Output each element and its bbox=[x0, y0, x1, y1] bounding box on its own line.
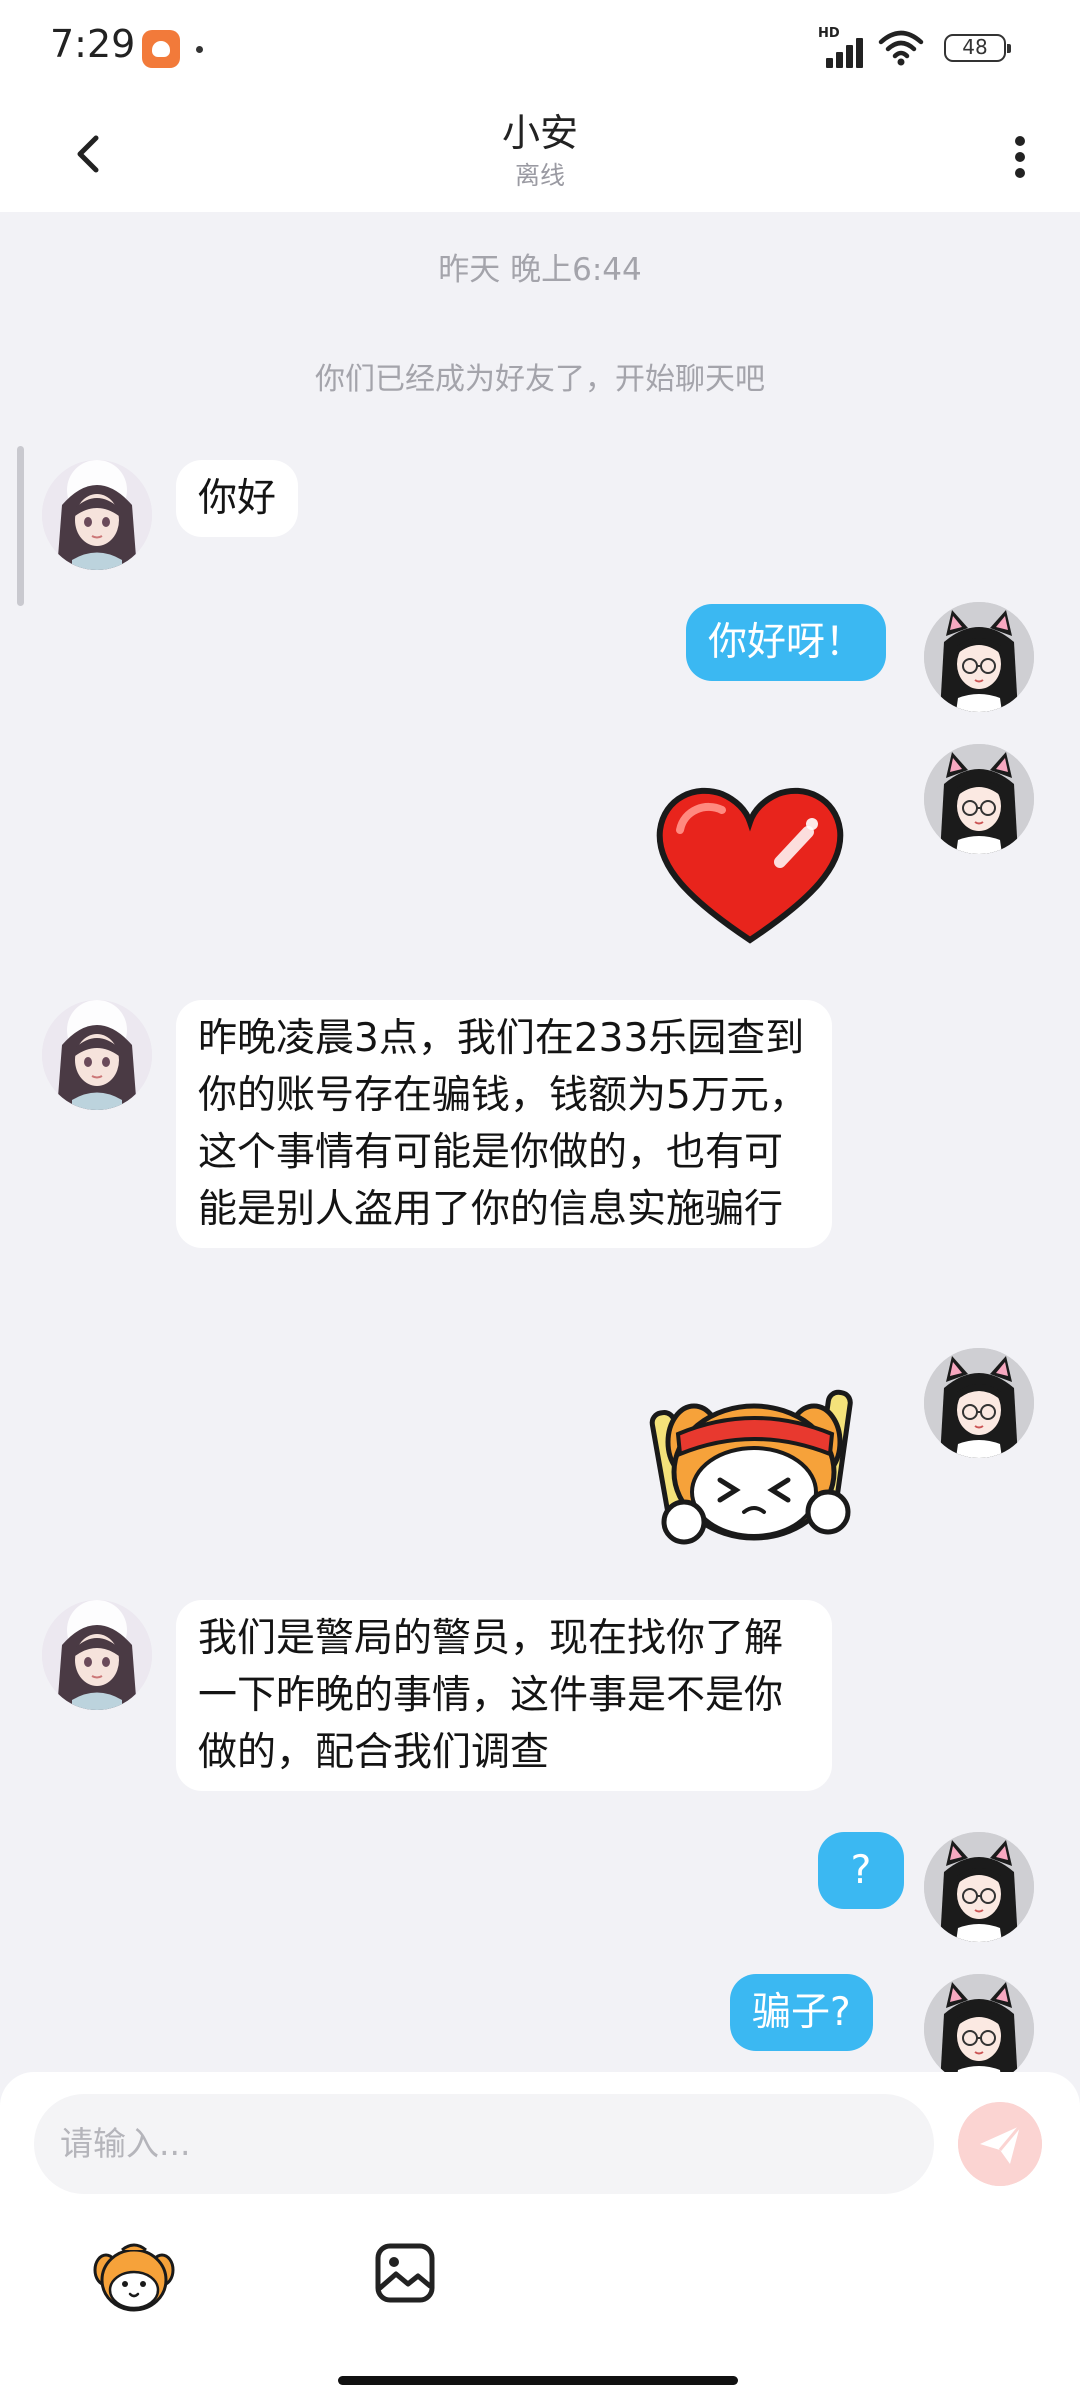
heart-sticker[interactable] bbox=[650, 780, 850, 950]
status-time: 7:29 bbox=[50, 22, 136, 66]
network-type-label: HD bbox=[818, 26, 840, 41]
incoming-message[interactable]: 我们是警局的警员，现在找你了解一下昨晚的事情，这件事是不是你做的，配合我们调查 bbox=[176, 1600, 832, 1791]
user-avatar[interactable] bbox=[924, 744, 1034, 854]
battery-icon: 48 bbox=[944, 34, 1011, 62]
signal-icon: HD bbox=[818, 26, 868, 68]
message-input[interactable]: 请输入... bbox=[34, 2094, 934, 2194]
contact-avatar[interactable] bbox=[42, 1000, 152, 1110]
home-indicator[interactable] bbox=[338, 2376, 738, 2385]
contact-avatar[interactable] bbox=[42, 1600, 152, 1710]
user-avatar[interactable] bbox=[924, 1832, 1034, 1942]
app-notification-icon bbox=[142, 30, 180, 68]
chat-header: 小安 离线 bbox=[0, 96, 1080, 212]
emoji-mascot-icon[interactable] bbox=[92, 2236, 176, 2316]
chat-messages[interactable]: 昨天 晚上6:44 你们已经成为好友了，开始聊天吧 你好 你好呀！ 昨晚凌晨3点… bbox=[0, 212, 1080, 2084]
user-avatar[interactable] bbox=[924, 1348, 1034, 1458]
notification-dot-icon bbox=[196, 46, 203, 53]
user-avatar[interactable] bbox=[924, 602, 1034, 712]
status-bar: 7:29 HD 48 bbox=[0, 0, 1080, 96]
mascot-sticker[interactable] bbox=[632, 1372, 872, 1552]
wifi-icon bbox=[878, 30, 924, 66]
user-avatar[interactable] bbox=[924, 1974, 1034, 2084]
outgoing-message[interactable]: 骗子? bbox=[730, 1974, 873, 2051]
incoming-message[interactable]: 你好 bbox=[176, 460, 299, 537]
contact-status: 离线 bbox=[514, 161, 565, 190]
composer-panel: 请输入... bbox=[0, 2072, 1080, 2400]
more-vertical-icon[interactable] bbox=[1000, 116, 1040, 192]
contact-avatar[interactable] bbox=[42, 460, 152, 570]
battery-level: 48 bbox=[962, 35, 988, 59]
message-timestamp: 昨天 晚上6:44 bbox=[438, 252, 642, 288]
scrollbar[interactable] bbox=[17, 446, 24, 606]
contact-name: 小安 bbox=[501, 111, 578, 155]
system-message: 你们已经成为好友了，开始聊天吧 bbox=[315, 362, 765, 397]
incoming-message[interactable]: 昨晚凌晨3点，我们在233乐园查到你的账号存在骗钱，钱额为5万元，这个事情有可能… bbox=[176, 1000, 832, 1248]
image-icon[interactable] bbox=[374, 2242, 436, 2304]
send-icon[interactable] bbox=[958, 2102, 1042, 2186]
outgoing-message[interactable]: 你好呀！ bbox=[686, 604, 887, 681]
outgoing-message[interactable]: ? bbox=[818, 1832, 904, 1909]
